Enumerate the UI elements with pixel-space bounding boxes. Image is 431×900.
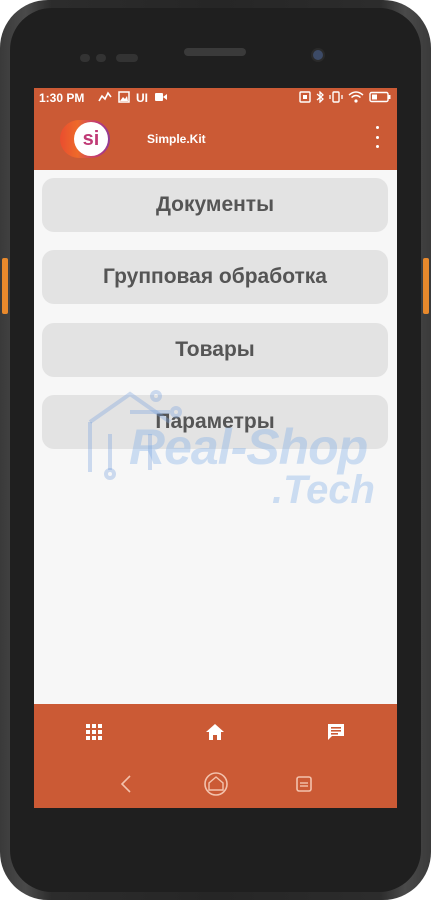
- home-icon[interactable]: [203, 720, 227, 744]
- battery-icon: [369, 91, 391, 106]
- batch-processing-button[interactable]: Групповая обработка: [42, 250, 388, 304]
- image-icon: [118, 90, 130, 106]
- app-title: Simple.Kit: [147, 132, 206, 146]
- app-bar: si Simple.Kit: [34, 108, 397, 170]
- phone-device: 1:30 PM UI si Simple.Kit Документы Групп…: [0, 0, 431, 900]
- products-button[interactable]: Товары: [42, 323, 388, 377]
- earpiece-speaker: [184, 48, 246, 56]
- side-button-right: [423, 258, 429, 314]
- side-button-left: [2, 258, 8, 314]
- app-logo: si: [60, 120, 110, 158]
- phone-screen: 1:30 PM UI si Simple.Kit Документы Групп…: [34, 88, 397, 808]
- documents-button[interactable]: Документы: [42, 178, 388, 232]
- grid-icon[interactable]: [82, 720, 106, 744]
- wifi-icon: [348, 90, 364, 106]
- status-time: 1:30 PM: [39, 91, 85, 105]
- chat-icon[interactable]: [324, 720, 348, 744]
- watermark-text-line2: .Tech: [272, 468, 375, 512]
- vibrate-icon: [329, 90, 343, 106]
- nfc-icon: [299, 90, 311, 106]
- logo-text: si: [82, 127, 100, 150]
- more-vertical-icon[interactable]: [373, 126, 381, 148]
- front-camera: [313, 50, 323, 60]
- ui-label: UI: [136, 91, 148, 105]
- status-bar: 1:30 PM UI: [34, 88, 397, 108]
- home-circle-icon[interactable]: [202, 770, 230, 798]
- recents-icon[interactable]: [292, 772, 316, 796]
- main-content: Документы Групповая обработка Товары Пар…: [34, 170, 397, 704]
- proximity-sensors: [80, 54, 140, 62]
- back-icon[interactable]: [114, 772, 138, 796]
- chart-icon: [98, 90, 112, 106]
- parameters-button[interactable]: Параметры: [42, 395, 388, 449]
- bottom-navigation: [34, 704, 397, 808]
- bluetooth-icon: [316, 89, 324, 106]
- video-icon: [154, 91, 168, 106]
